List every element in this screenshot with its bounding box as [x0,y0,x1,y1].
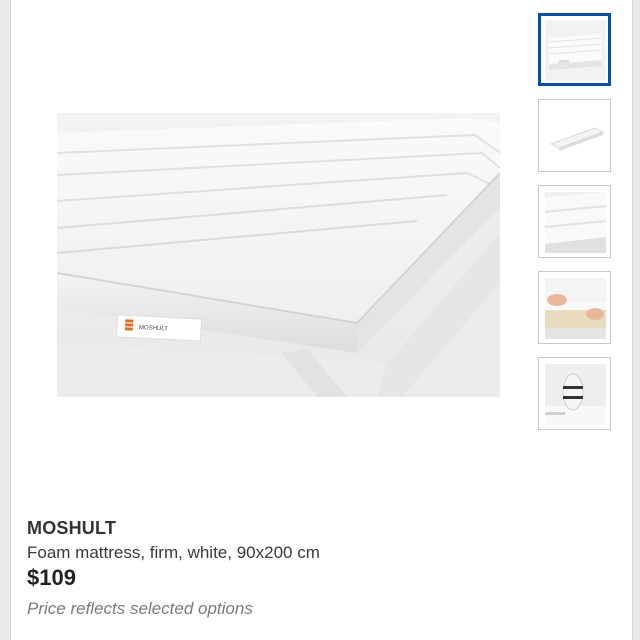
product-price: $109 [27,565,76,590]
mattress-full-thumbnail[interactable] [538,99,611,172]
product-name: MOSHULT [27,518,117,538]
mattress-rolled-package-thumbnail[interactable] [538,357,611,430]
mattress-zipper-cover-thumbnail[interactable] [538,271,611,344]
mattress-corner-thumbnail[interactable] [538,13,611,86]
product-description: Foam mattress, firm, white, 90x200 cm [27,543,320,562]
mattress-label-tag: MOSHULT [115,314,203,342]
price-note: Price reflects selected options [27,599,253,618]
main-product-image[interactable]: MOSHULT [57,113,500,397]
mattress-fabric-closeup-thumbnail[interactable] [538,185,611,258]
